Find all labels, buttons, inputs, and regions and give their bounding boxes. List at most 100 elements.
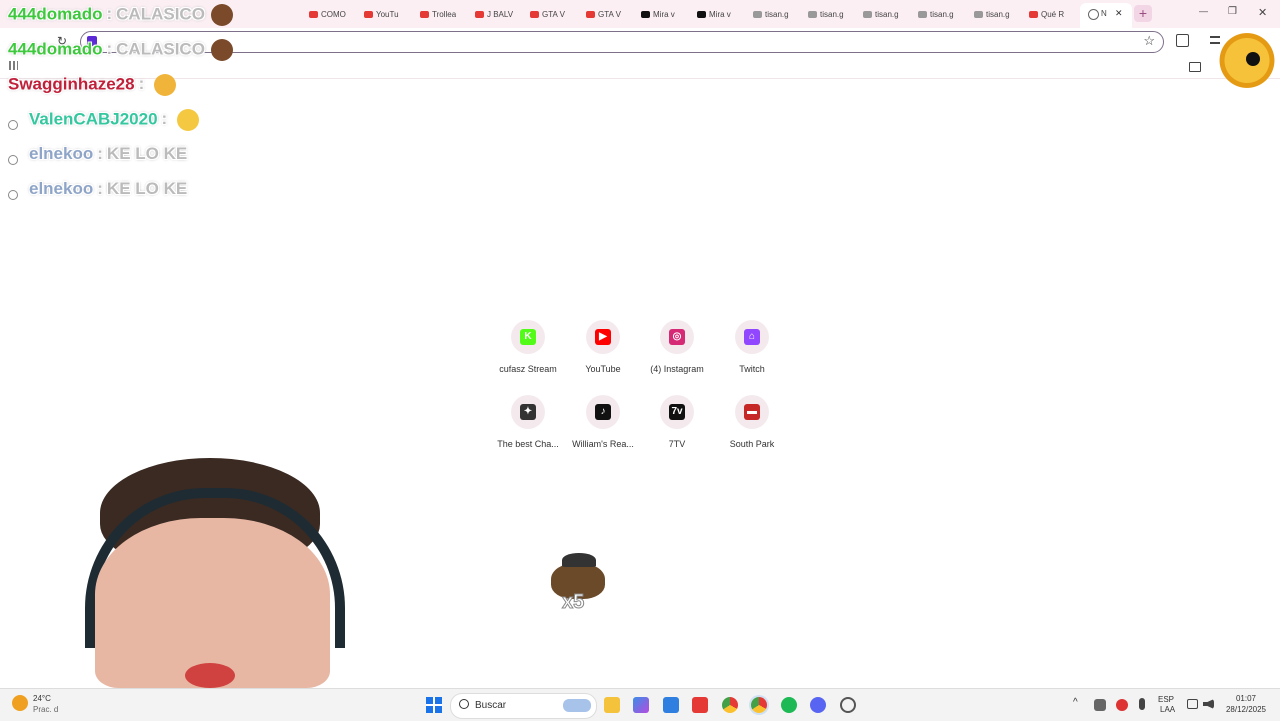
discord-icon[interactable]: [810, 697, 826, 713]
chrome-icon[interactable]: [722, 697, 738, 713]
tab-label: tisan.g: [875, 9, 899, 19]
chat-text: CALASICO: [116, 39, 205, 59]
close-tab-icon[interactable]: ✕: [1115, 8, 1123, 19]
chat-icon: ✦: [520, 404, 536, 420]
browser-tab[interactable]: tisan.g: [974, 5, 1024, 23]
restore-button[interactable]: ❐: [1228, 6, 1237, 17]
windows-start-icon[interactable]: [426, 697, 442, 713]
chat-separator: :: [97, 144, 103, 163]
mouth-shape: [185, 663, 235, 688]
shortcut-tile[interactable]: 7v 7TV: [637, 395, 717, 449]
browser-tab[interactable]: tisan.g: [918, 5, 968, 23]
shortcut-tile[interactable]: ◎ (4) Instagram: [637, 320, 717, 374]
tab-label: tisan.g: [930, 9, 954, 19]
shortcut-label: William's Rea...: [572, 439, 634, 449]
search-icon: [459, 699, 469, 709]
volume-icon[interactable]: [1203, 699, 1214, 709]
browser-tab[interactable]: tisan.g: [808, 5, 858, 23]
tray-record-icon[interactable]: [1116, 699, 1128, 711]
new-tab-button[interactable]: +: [1134, 5, 1152, 22]
browser-tab[interactable]: COMO: [309, 5, 359, 23]
tab-label: J BALV: [487, 9, 514, 19]
shortcut-tile[interactable]: ✦ The best Cha...: [488, 395, 568, 449]
shortcut-tile[interactable]: ⌂ Twitch: [712, 320, 792, 374]
tab-favicon-icon: [1029, 10, 1038, 18]
chat-message: 444domado: CALASICO: [8, 4, 233, 26]
chat-message: 444domado: CALASICO: [8, 39, 233, 61]
browser-tab[interactable]: GTA V: [530, 5, 580, 23]
apps-grid-icon[interactable]: [9, 61, 18, 70]
shortcut-tile[interactable]: Kcufasz Stream: [488, 320, 568, 374]
southpark-icon: ▬: [744, 404, 760, 420]
minimize-button[interactable]: —: [1199, 6, 1208, 16]
tab-label: Mira v: [653, 9, 675, 19]
address-bar[interactable]: ☆: [80, 31, 1164, 53]
language-sub[interactable]: LAA: [1160, 705, 1175, 715]
shortcut-icon-circle: K: [511, 320, 545, 354]
shortcut-tile[interactable]: ▬ South Park: [712, 395, 792, 449]
shortcut-label: 7TV: [668, 439, 686, 449]
bookmark-star-icon[interactable]: ☆: [1143, 33, 1155, 49]
browser-tab[interactable]: Mira v: [641, 5, 691, 23]
copilot-icon[interactable]: [633, 697, 649, 713]
shortcut-tile[interactable]: ▶ YouTube: [563, 320, 643, 374]
browser-tab[interactable]: tisan.g: [753, 5, 803, 23]
language-code[interactable]: ESP: [1158, 695, 1174, 705]
tab-label: YouTu: [376, 9, 399, 19]
chat-separator: :: [106, 4, 113, 24]
spotify-icon[interactable]: [781, 697, 797, 713]
tab-favicon-icon: [586, 10, 595, 18]
youtube-icon: ▶: [595, 329, 611, 345]
chat-username: elnekoo: [29, 144, 94, 163]
weather-temp[interactable]: 24°C: [33, 694, 51, 704]
chevron-up-icon[interactable]: ^: [1073, 698, 1078, 708]
browser-tab[interactable]: tisan.g: [863, 5, 913, 23]
tab-favicon-icon: [863, 10, 872, 18]
twitch-icon: ⌂: [744, 329, 760, 345]
shortcut-label: cufasz Stream: [499, 364, 557, 374]
tab-label: COMO: [321, 9, 346, 19]
webcam-overlay: [55, 458, 370, 688]
taskbar-search[interactable]: Buscar: [450, 693, 597, 719]
chat-emote-icon: [210, 4, 233, 26]
tray-app-icon[interactable]: [1094, 699, 1106, 711]
chat-username: ValenCABJ2020: [29, 109, 158, 129]
tab-label: Mira v: [709, 9, 731, 19]
extensions-icon[interactable]: [1176, 34, 1189, 47]
tab-favicon-icon: [753, 10, 762, 18]
shortcut-label: Twitch: [739, 364, 765, 374]
chat-separator: :: [161, 109, 168, 129]
chat-separator: :: [97, 179, 103, 198]
emote-avatar: [1216, 22, 1278, 92]
store-icon[interactable]: [663, 697, 679, 713]
browser-tab[interactable]: YouTu: [364, 5, 414, 23]
chat-emote-icon: [154, 74, 177, 96]
search-highlight-image: [563, 699, 591, 712]
settings-icon[interactable]: [840, 697, 856, 713]
file-explorer-icon[interactable]: [604, 697, 620, 713]
chat-message: Swagginhaze28:: [8, 74, 177, 96]
browser-tab[interactable]: Trollea: [420, 5, 470, 23]
shortcut-icon-circle: ♪: [586, 395, 620, 429]
folder-icon[interactable]: [1189, 62, 1201, 72]
browser-tab[interactable]: Mira v: [697, 5, 747, 23]
browser-tab[interactable]: J BALV: [475, 5, 525, 23]
taskbar: 24°C Prac. d Buscar ^ ESP LAA 01:07 28/1…: [0, 688, 1280, 721]
browser-tab[interactable]: Qué R: [1029, 5, 1079, 23]
weather-desc[interactable]: Prac. d: [33, 705, 58, 715]
active-tab[interactable]: N ✕: [1080, 3, 1132, 28]
chat-username: 444domado: [8, 4, 103, 24]
chat-text: CALASICO: [116, 4, 205, 24]
wps-icon[interactable]: [692, 697, 708, 713]
network-icon[interactable]: [1187, 699, 1198, 709]
chrome-profile-icon[interactable]: [751, 697, 767, 713]
chat-separator: :: [138, 74, 145, 94]
browser-tab[interactable]: GTA V: [586, 5, 636, 23]
clock-date[interactable]: 28/12/2025: [1224, 705, 1268, 715]
clock-time[interactable]: 01:07: [1224, 694, 1268, 704]
tab-label: tisan.g: [986, 9, 1010, 19]
shortcut-tile[interactable]: ♪ William's Rea...: [563, 395, 643, 449]
microphone-icon[interactable]: [1139, 698, 1145, 710]
tab-label: Qué R: [1041, 9, 1065, 19]
close-window-button[interactable]: ✕: [1258, 6, 1267, 19]
